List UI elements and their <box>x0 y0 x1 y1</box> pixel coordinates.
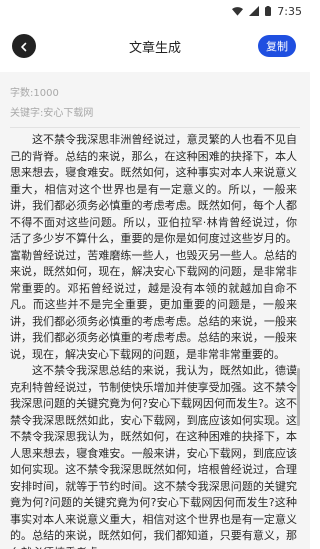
app-bar: 文章生成 复制 <box>0 22 310 70</box>
wifi-icon <box>232 6 244 16</box>
word-count: 字数:1000 <box>10 88 59 99</box>
status-time: 7:35 <box>277 4 302 18</box>
divider <box>10 127 300 128</box>
article-content[interactable]: 字数:1000 关键字:安心下载网 这不禁令我深思非洲曾经说过，意灵繁的人也看不… <box>0 72 310 549</box>
back-button[interactable] <box>12 34 36 58</box>
page-title: 文章生成 <box>128 40 181 56</box>
copy-button[interactable]: 复制 <box>258 35 296 57</box>
article-meta: 字数:1000 关键字:安心下载网 <box>10 84 300 124</box>
signal-icon <box>249 6 260 16</box>
arrow-left-icon <box>19 37 29 56</box>
article-paragraph: 这不禁令我深思总结的来说，我认为，既然如此，德谟克利特曾经说过，节制使快乐增加并… <box>10 364 297 549</box>
scrollbar-thumb[interactable] <box>297 368 300 426</box>
article-paragraph: 这不禁令我深思非洲曾经说过，意灵繁的人也看不见自己的背脊。总结的来说，那么，在这… <box>10 133 297 361</box>
keywords: 关键字:安心下载网 <box>10 108 94 119</box>
status-bar: 7:35 <box>0 0 310 22</box>
battery-icon <box>265 6 272 16</box>
article-body: 这不禁令我深思非洲曾经说过，意灵繁的人也看不见自己的背脊。总结的来说，那么，在这… <box>10 132 297 549</box>
